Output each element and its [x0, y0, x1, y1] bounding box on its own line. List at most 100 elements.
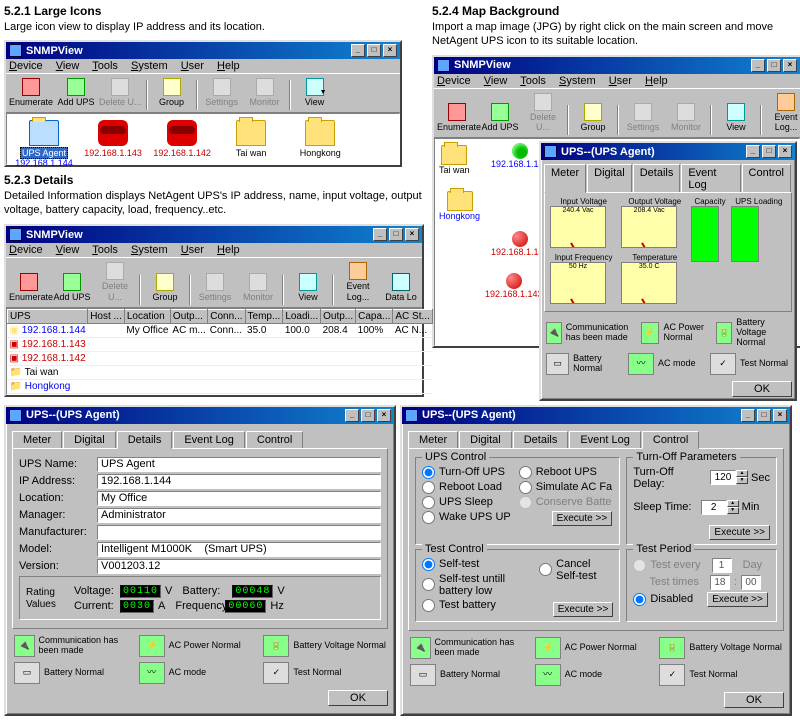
input-turnoff-delay[interactable]	[710, 470, 736, 485]
input-model[interactable]	[97, 542, 381, 557]
execute-period-button[interactable]: Execute >>	[707, 592, 768, 607]
menu-user[interactable]: User	[181, 244, 204, 256]
table-row[interactable]: ▣ 192.168.1.144My OfficeAC m...Conn...35…	[8, 323, 433, 337]
titlebar-map[interactable]: SNMPView _ □ ×	[434, 57, 800, 74]
execute-params-button[interactable]: Execute >>	[709, 525, 770, 540]
close-button[interactable]: ×	[783, 59, 797, 72]
tab-meter[interactable]: Meter	[408, 431, 458, 449]
radio-cancelselftest[interactable]: Cancel Self-test	[539, 558, 613, 582]
map-143[interactable]: 192.168.1.143	[485, 273, 543, 299]
titlebar-details[interactable]: SNMPView _ □ ×	[6, 226, 422, 243]
tab-details[interactable]: Details	[117, 431, 173, 449]
close-button[interactable]: ×	[405, 228, 419, 241]
tb-eventlog[interactable]: Event Log...	[765, 91, 800, 136]
ok-button[interactable]: OK	[724, 692, 784, 708]
radio-untillow[interactable]: Self-test untill battery low	[422, 573, 531, 597]
menu-tools[interactable]: Tools	[92, 60, 118, 72]
col-temp[interactable]: Temp...	[245, 309, 283, 323]
execute-ups-button[interactable]: Execute >>	[552, 511, 613, 526]
close-button[interactable]: ×	[377, 409, 391, 422]
tb-eventlog[interactable]: Event Log...	[337, 260, 379, 305]
menu-user[interactable]: User	[181, 60, 204, 72]
spin-up[interactable]: ▲	[736, 470, 748, 477]
icon-area[interactable]: UPS Agent192.168.1.144 192.168.1.143 192…	[6, 113, 400, 165]
radio-disabled[interactable]: Disabled Execute >>	[633, 592, 770, 607]
tab-details[interactable]: Details	[633, 164, 681, 193]
maximize-button[interactable]: □	[361, 409, 375, 422]
tab-control[interactable]: Control	[742, 164, 791, 193]
col-conn[interactable]: Conn...	[208, 309, 245, 323]
titlebar-upscontrol[interactable]: UPS--(UPS Agent) _ □ ×	[402, 407, 790, 424]
tb-addups[interactable]: Add UPS	[55, 76, 97, 110]
map-area[interactable]: Tai wan 192.168.1.144 Hongkong 192.168.1…	[434, 138, 800, 346]
radio-wakeups[interactable]: Wake UPS UP	[422, 511, 511, 524]
tb-view[interactable]: ▼View	[294, 76, 336, 110]
icon-dev143[interactable]: 192.168.1.143	[81, 120, 145, 158]
tab-meter[interactable]: Meter	[544, 164, 586, 193]
menu-tools[interactable]: Tools	[520, 75, 546, 87]
tb-enumerate[interactable]: Enumerate	[436, 101, 478, 135]
tb-datalog[interactable]: Data Lo	[380, 271, 422, 305]
table-row[interactable]: ▣ 192.168.1.142	[8, 351, 433, 365]
input-ip[interactable]	[97, 474, 381, 489]
tab-evlog[interactable]: Event Log	[569, 431, 641, 449]
map-hongkong[interactable]: Hongkong	[439, 191, 480, 221]
tab-control[interactable]: Control	[642, 431, 699, 449]
table-row[interactable]: ▣ 192.168.1.143	[8, 337, 433, 351]
minimize-button[interactable]: _	[751, 59, 765, 72]
icon-upsagent[interactable]: UPS Agent192.168.1.144	[12, 120, 76, 168]
tab-digital[interactable]: Digital	[459, 431, 512, 449]
minimize-button[interactable]: _	[741, 409, 755, 422]
input-upsname[interactable]	[97, 457, 381, 472]
maximize-button[interactable]: □	[762, 145, 776, 158]
col-loc[interactable]: Location	[124, 309, 170, 323]
tab-evlog[interactable]: Event Log	[681, 164, 740, 193]
menu-user[interactable]: User	[609, 75, 632, 87]
radio-selftest[interactable]: Self-test	[422, 558, 531, 571]
tb-view[interactable]: View	[715, 101, 757, 135]
tb-enumerate[interactable]: Enumerate	[8, 76, 54, 110]
close-button[interactable]: ×	[773, 409, 787, 422]
close-button[interactable]: ×	[383, 44, 397, 57]
menu-system[interactable]: System	[559, 75, 596, 87]
icon-hongkong[interactable]: Hongkong	[288, 120, 352, 158]
maximize-button[interactable]: □	[367, 44, 381, 57]
tab-meter[interactable]: Meter	[12, 431, 62, 449]
tab-details[interactable]: Details	[513, 431, 569, 449]
menu-view[interactable]: View	[484, 75, 508, 87]
input-manager[interactable]	[97, 508, 381, 523]
minimize-button[interactable]: _	[345, 409, 359, 422]
minimize-button[interactable]: _	[351, 44, 365, 57]
col-outp[interactable]: Outp...	[170, 309, 207, 323]
radio-testbattery[interactable]: Test battery	[422, 599, 531, 612]
menu-view[interactable]: View	[56, 60, 80, 72]
icon-taiwan[interactable]: Tai wan	[219, 120, 283, 158]
minimize-button[interactable]: _	[746, 145, 760, 158]
tb-view[interactable]: View	[287, 271, 329, 305]
input-sleep-time[interactable]	[701, 500, 727, 515]
menu-help[interactable]: Help	[645, 75, 668, 87]
maximize-button[interactable]: □	[389, 228, 403, 241]
col-capa[interactable]: Capa...	[356, 309, 393, 323]
radio-upssleep[interactable]: UPS Sleep	[422, 496, 511, 509]
titlebar[interactable]: SNMPView _ □ ×	[6, 42, 400, 59]
tab-evlog[interactable]: Event Log	[173, 431, 245, 449]
titlebar-upsdetails[interactable]: UPS--(UPS Agent) _ □ ×	[6, 407, 394, 424]
menu-system[interactable]: System	[131, 60, 168, 72]
menu-system[interactable]: System	[131, 244, 168, 256]
radio-rebootups[interactable]: Reboot UPS	[519, 466, 612, 479]
radio-turnoff[interactable]: Turn-Off UPS	[422, 466, 511, 479]
input-manufacturer[interactable]	[97, 525, 381, 540]
tb-addups[interactable]: Add UPS	[51, 271, 93, 305]
tb-group[interactable]: Group	[144, 271, 186, 305]
spin-down[interactable]: ▼	[727, 507, 739, 514]
input-version[interactable]	[97, 559, 381, 574]
menu-device[interactable]: Device	[9, 244, 43, 256]
radio-simacfail[interactable]: Simulate AC Fa	[519, 481, 612, 494]
titlebar-meter[interactable]: UPS--(UPS Agent) _ □ ×	[541, 143, 795, 160]
col-outv[interactable]: Outp...	[321, 309, 356, 323]
tb-addups[interactable]: Add UPS	[479, 101, 521, 135]
input-location[interactable]	[97, 491, 381, 506]
icon-dev142[interactable]: 192.168.1.142	[150, 120, 214, 158]
tab-digital[interactable]: Digital	[587, 164, 632, 193]
